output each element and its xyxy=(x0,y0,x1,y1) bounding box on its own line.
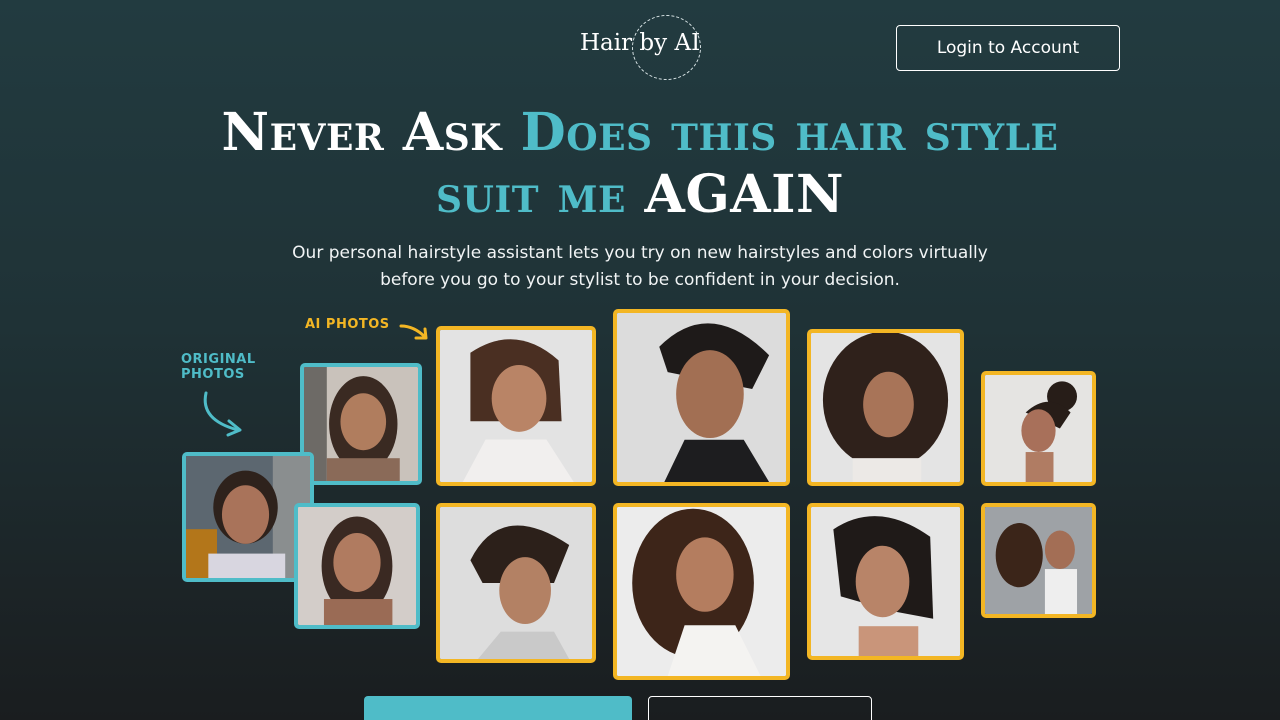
hero-title-part2: AGAIN xyxy=(625,164,844,225)
ai-photo-3 xyxy=(807,329,964,486)
ai-photo-6 xyxy=(613,503,790,680)
login-to-account-button[interactable]: Login To Account xyxy=(648,696,872,720)
ai-arrow-icon xyxy=(399,324,428,340)
ai-photo-8 xyxy=(981,503,1096,618)
hero-title-part1: Never Ask xyxy=(221,102,521,163)
original-photos-label: ORIGINAL PHOTOS xyxy=(181,352,256,382)
hero-subtitle: Our personal hairstyle assistant lets yo… xyxy=(292,243,988,290)
hero-title: Never Ask Does this hair style suit me A… xyxy=(200,102,1080,226)
ai-photo-2 xyxy=(613,309,790,486)
ai-photo-5 xyxy=(436,503,596,663)
logo-ring xyxy=(632,15,701,80)
ai-photo-1 xyxy=(436,326,596,486)
original-arrow-icon xyxy=(203,391,242,437)
ai-photo-4 xyxy=(981,371,1096,486)
get-started-button[interactable]: Get Started xyxy=(364,696,632,720)
original-photo-3 xyxy=(294,503,420,629)
original-label-line1: ORIGINAL xyxy=(181,352,256,367)
login-button[interactable]: Login to Account xyxy=(896,25,1120,71)
ai-photos-label: AI PHOTOS xyxy=(305,317,390,332)
ai-photo-7 xyxy=(807,503,964,660)
original-label-line2: PHOTOS xyxy=(181,367,245,382)
original-photo-1 xyxy=(300,363,422,485)
